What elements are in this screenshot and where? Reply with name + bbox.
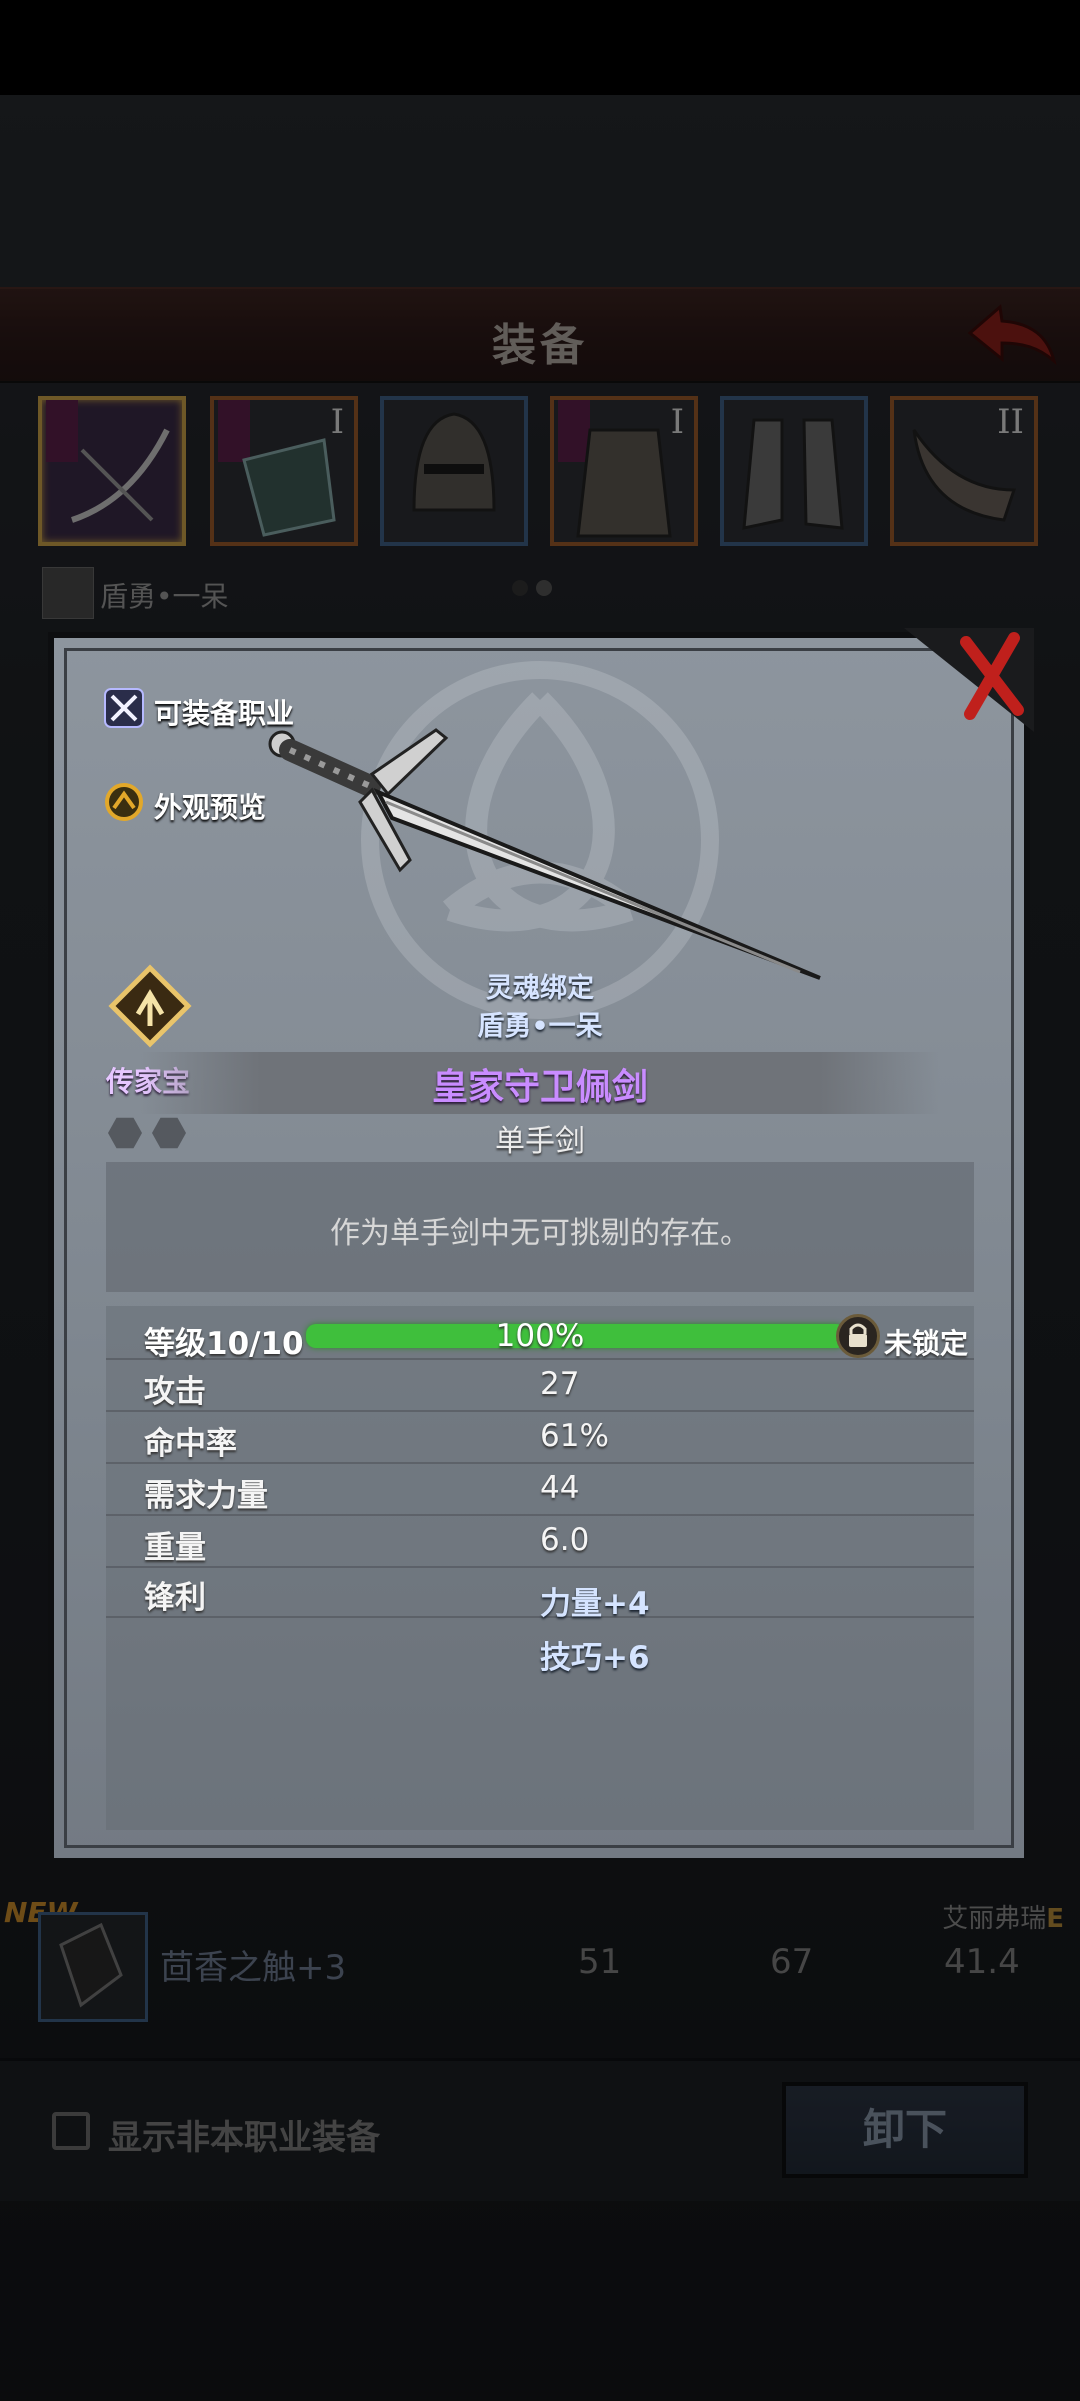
item-description: 作为单手剑中无可挑剔的存在。 — [330, 1216, 750, 1251]
stat-value: 6.0 — [540, 1522, 590, 1558]
soulbind-title: 灵魂绑定 — [486, 973, 594, 1004]
appearance-label: 外观预览 — [154, 791, 267, 824]
stat-row: 需求力量 44 — [106, 1464, 974, 1516]
stat-label: 需求力量 — [144, 1478, 268, 1514]
stat-row: 重量 6.0 — [106, 1516, 974, 1568]
soulbind-owner: 盾勇•一呆 — [477, 1011, 603, 1042]
stat-label: 攻击 — [144, 1374, 206, 1410]
stat-value: 27 — [540, 1366, 580, 1402]
item-title: 皇家守卫佩剑 — [431, 1067, 648, 1108]
stat-row: 命中率 61% — [106, 1412, 974, 1464]
stat-value: 44 — [540, 1470, 580, 1506]
stats-panel: 攻击 27 命中率 61% 需求力量 44 重量 6.0 锋利 — [106, 1306, 974, 1830]
padlock-icon — [849, 1323, 867, 1347]
stat-label: 命中率 — [144, 1426, 237, 1462]
stat-row: 攻击 27 — [106, 1360, 974, 1412]
close-icon[interactable] — [904, 628, 1034, 732]
lock-status: 未锁定 — [884, 1327, 969, 1360]
item-type: 单手剑 — [495, 1124, 585, 1159]
description-box: 作为单手剑中无可挑剔的存在。 — [106, 1162, 974, 1292]
lock-icon[interactable] — [836, 1314, 880, 1358]
crossed-swords-icon — [104, 688, 144, 728]
stat-label: 重量 — [144, 1530, 206, 1566]
stat-value: 61% — [540, 1418, 609, 1454]
appearance-icon — [105, 783, 143, 821]
sword-item-image — [268, 728, 821, 980]
sharpness-bonus: 技巧+6 — [540, 1640, 650, 1676]
sharpness-bonus: 力量+4 — [540, 1586, 650, 1622]
stat-label: 锋利 — [144, 1580, 206, 1616]
